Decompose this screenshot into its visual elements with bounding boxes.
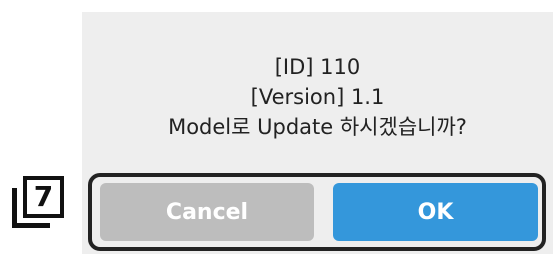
message-question-line: Model로 Update 하시겠습니까? [168, 115, 467, 139]
message-id-line: [ID] 110 [274, 55, 361, 79]
step-badge: 7 [12, 176, 72, 238]
cancel-button[interactable]: Cancel [100, 183, 314, 241]
message-version-line: [Version] 1.1 [250, 85, 385, 109]
screen: 7 [ID] 110 [Version] 1.1 Model로 Update 하… [0, 0, 553, 254]
step-number: 7 [23, 176, 64, 218]
ok-button[interactable]: OK [333, 183, 538, 241]
dialog-message: [ID] 110 [Version] 1.1 Model로 Update 하시겠… [82, 52, 553, 142]
